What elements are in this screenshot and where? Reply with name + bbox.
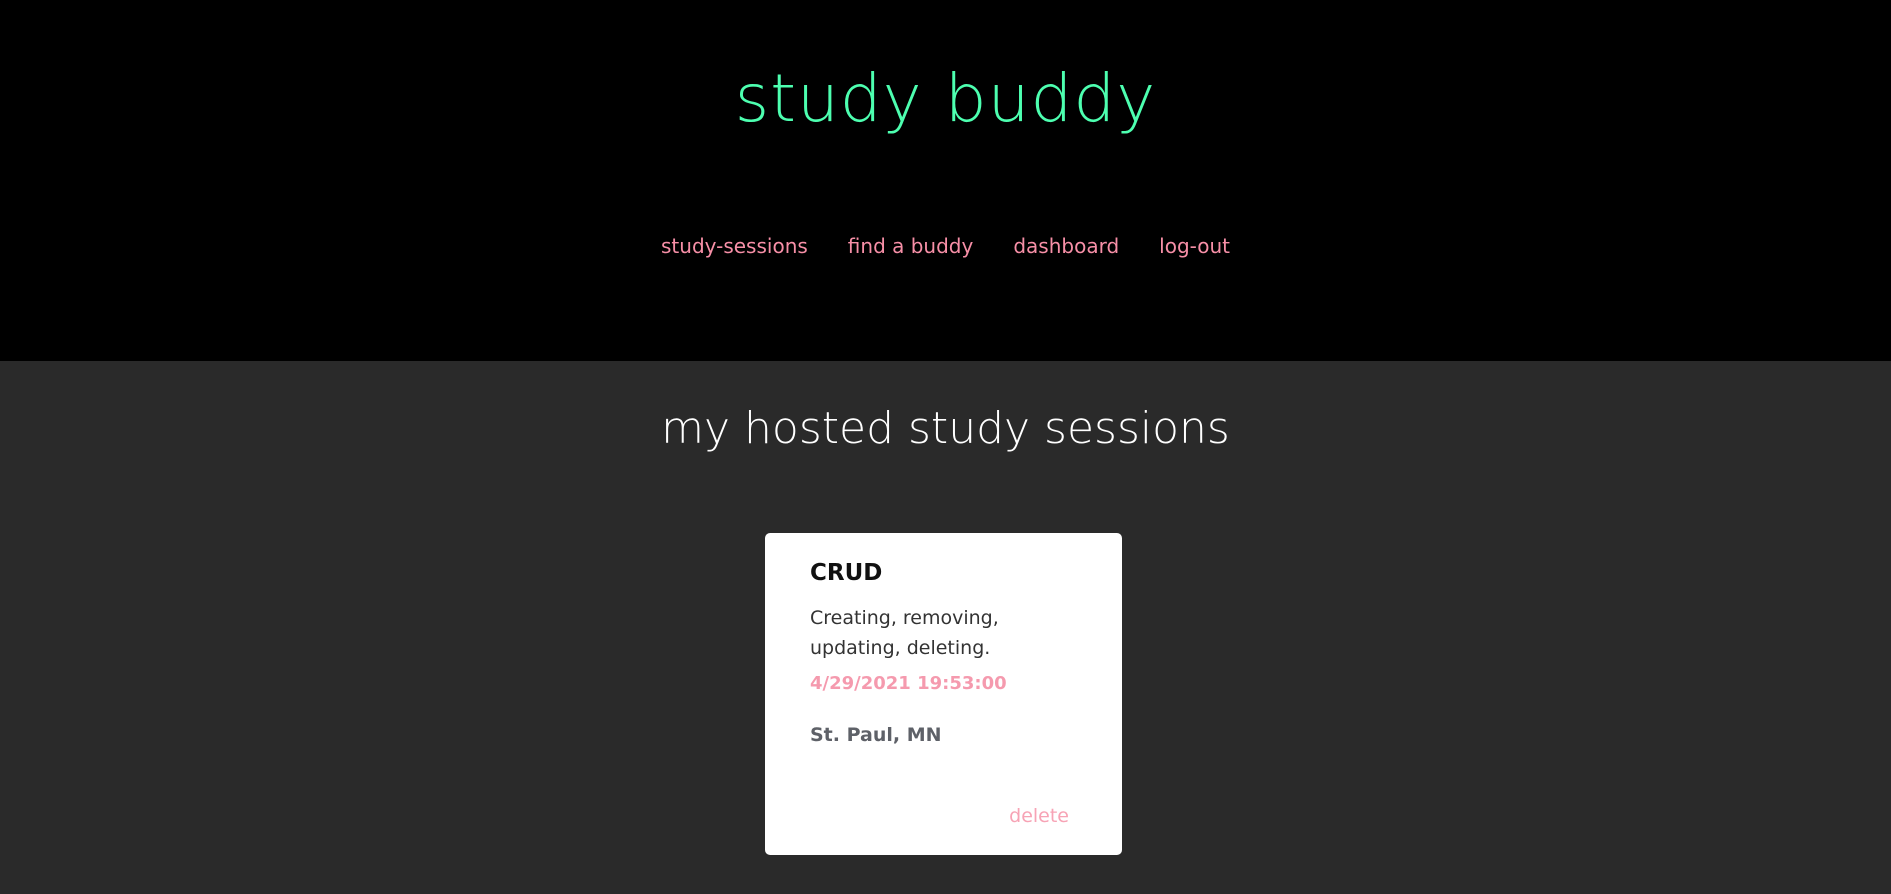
session-card: CRUD Creating, removing, updating, delet…: [765, 533, 1122, 855]
nav-link-dashboard[interactable]: dashboard: [1013, 234, 1119, 258]
main-nav: study-sessions find a buddy dashboard lo…: [0, 234, 1891, 258]
session-location: St. Paul, MN: [810, 723, 942, 746]
nav-link-find-a-buddy[interactable]: find a buddy: [848, 234, 974, 258]
delete-button[interactable]: delete: [1009, 805, 1069, 827]
nav-link-log-out[interactable]: log-out: [1159, 234, 1230, 258]
session-title: CRUD: [810, 560, 883, 586]
page-title: my hosted study sessions: [661, 403, 1230, 454]
session-description: Creating, removing, updating, deleting.: [810, 606, 999, 659]
site-header: study buddy study-sessions find a buddy …: [0, 0, 1891, 361]
session-datetime: 4/29/2021 19:53:00: [810, 672, 1007, 694]
site-logo[interactable]: study buddy: [0, 66, 1891, 132]
nav-link-study-sessions[interactable]: study-sessions: [661, 234, 808, 258]
